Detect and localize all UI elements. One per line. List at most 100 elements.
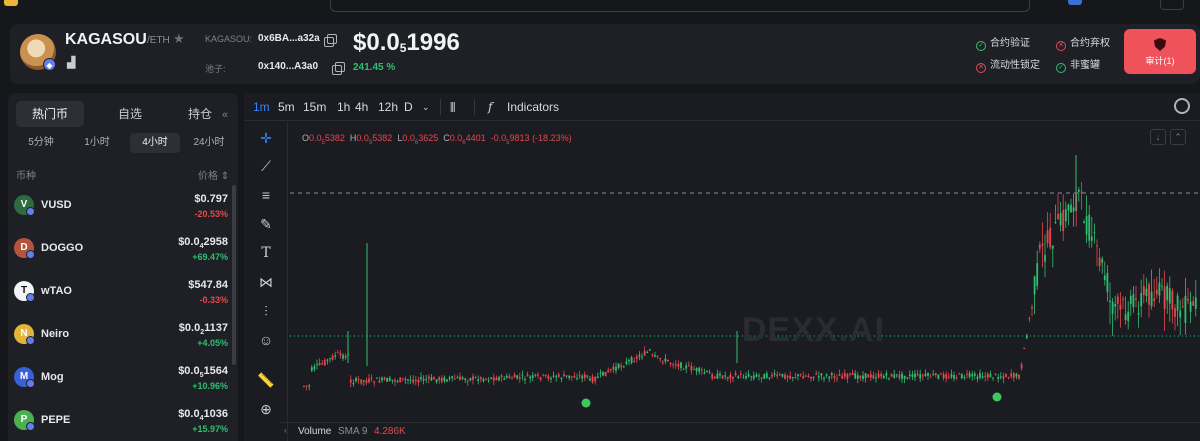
candle-body: [1129, 295, 1132, 305]
candle-body: [768, 377, 771, 379]
signal-marker[interactable]: [992, 392, 1002, 402]
candle-body: [365, 380, 368, 383]
candle-body: [308, 385, 311, 387]
timeframe-5m[interactable]: 5分钟: [18, 133, 64, 153]
candle-body: [456, 377, 459, 379]
candle-body: [1132, 294, 1135, 307]
sidebar-scrollbar[interactable]: [232, 185, 236, 365]
token-name: KAGASOU: [65, 31, 147, 48]
candle-body: [927, 373, 929, 376]
fx-icon[interactable]: f: [488, 100, 492, 114]
price-chart-area[interactable]: DEXX.AI: [290, 151, 1200, 421]
audit-button[interactable]: 审计(1): [1124, 29, 1196, 74]
text-tool-icon[interactable]: T: [256, 243, 276, 263]
coin-row[interactable]: M Mog $0.051564 +10.96%: [8, 357, 233, 399]
candle-type-icon[interactable]: ⫴: [450, 100, 455, 116]
coin-symbol: VUSD: [41, 199, 72, 211]
menu-button[interactable]: [1160, 0, 1184, 10]
interval-4h[interactable]: 4h: [355, 100, 368, 114]
candle-body: [815, 373, 818, 375]
candle-body: [1093, 231, 1096, 233]
coin-row[interactable]: N Neiro $0.021137 +4.05%: [8, 314, 233, 356]
candle-body: [1161, 285, 1163, 287]
candle-body: [807, 375, 810, 377]
app-logo[interactable]: [4, 0, 18, 6]
candle-body: [1096, 245, 1098, 247]
indicators-button[interactable]: Indicators: [507, 100, 559, 114]
collapse-sidebar-icon[interactable]: «: [222, 108, 236, 122]
expand-icon[interactable]: ⌃: [1170, 129, 1186, 145]
price-change: 241.45 %: [353, 62, 396, 73]
contract-address[interactable]: 0x6BA...a32a: [258, 33, 320, 44]
collapse-chevron-icon[interactable]: ‹: [284, 426, 287, 435]
interval-d[interactable]: D: [404, 100, 413, 114]
candle-body: [880, 373, 883, 377]
interval-dropdown-chevron-icon[interactable]: ⌄: [422, 102, 430, 113]
interval-1m[interactable]: 1m: [253, 100, 270, 114]
pattern-icon[interactable]: ⋈: [256, 272, 276, 292]
candle-body: [820, 373, 823, 376]
candle-body: [877, 373, 880, 378]
candle-body: [979, 373, 981, 378]
coin-row[interactable]: P PEPE $0.041036 +15.97%: [8, 400, 233, 441]
timeframe-4h[interactable]: 4小时: [130, 133, 180, 153]
candle-body: [464, 378, 467, 381]
candle-body: [903, 375, 906, 379]
trendline-icon[interactable]: ⟋: [256, 156, 276, 176]
scroll-down-icon[interactable]: ↓: [1150, 129, 1166, 145]
horizontal-lines-icon[interactable]: ≡: [256, 185, 276, 205]
emoji-icon[interactable]: ☺: [256, 330, 276, 350]
ruler-icon[interactable]: 📏: [256, 370, 276, 390]
measure-lines-icon[interactable]: ⫶: [256, 301, 276, 321]
candle-body: [625, 361, 628, 364]
coin-symbol: wTAO: [41, 285, 72, 297]
candle-body: [981, 376, 984, 378]
candle-body: [786, 375, 789, 378]
candle-body: [732, 377, 734, 379]
settings-gear-icon[interactable]: [1174, 98, 1190, 114]
tab-hot-coins[interactable]: 热门币: [16, 101, 84, 127]
global-search-input[interactable]: [330, 0, 1030, 12]
copy-contract-icon[interactable]: [324, 34, 337, 47]
candle-body: [763, 374, 766, 379]
brush-icon[interactable]: ✎: [256, 214, 276, 234]
candle-body: [1153, 298, 1156, 301]
candle-body: [417, 379, 420, 383]
pool-address[interactable]: 0x140...A3a0: [258, 61, 318, 72]
interval-12h[interactable]: 12h: [378, 100, 398, 114]
signal-marker[interactable]: [581, 398, 591, 408]
candlestick-chart[interactable]: [290, 151, 1200, 421]
candle-body: [617, 363, 620, 368]
interval-5m[interactable]: 5m: [278, 100, 295, 114]
candle-body: [446, 379, 448, 382]
favorite-star-icon[interactable]: ★: [173, 31, 185, 47]
candle-body: [784, 374, 786, 379]
crosshair-icon[interactable]: ✛: [256, 128, 276, 148]
candle-body: [1142, 286, 1145, 296]
tab-watchlist[interactable]: 自选: [96, 101, 164, 127]
candle-body: [1088, 214, 1091, 241]
interval-1h[interactable]: 1h: [337, 100, 350, 114]
timeframe-24h[interactable]: 24小时: [186, 133, 232, 153]
candle-body: [955, 377, 958, 379]
coin-row[interactable]: V VUSD $0.797 -20.53%: [8, 185, 233, 227]
candle-body: [1101, 258, 1104, 263]
coin-row[interactable]: TwTAO $547.84 -0.33%: [8, 271, 233, 313]
column-price-header[interactable]: 价格 ⇕: [198, 167, 229, 182]
candle-body: [573, 376, 576, 378]
candle-body: [724, 375, 727, 377]
shield-icon: [1154, 38, 1166, 51]
candle-body: [934, 373, 937, 376]
interval-15m[interactable]: 15m: [303, 100, 326, 114]
copy-pool-icon[interactable]: [332, 62, 345, 75]
network-icon[interactable]: [1068, 0, 1082, 5]
candle-body: [1085, 216, 1088, 235]
candle-body: [552, 375, 555, 377]
candle-body: [908, 374, 911, 377]
timeframe-1h[interactable]: 1小时: [74, 133, 120, 153]
candle-body: [953, 374, 955, 379]
zoom-in-icon[interactable]: ⊕: [256, 399, 276, 419]
candle-body: [646, 352, 649, 354]
coin-logo-icon: M: [14, 367, 35, 388]
coin-row[interactable]: D DOGGO $0.042958 +69.47%: [8, 228, 233, 270]
